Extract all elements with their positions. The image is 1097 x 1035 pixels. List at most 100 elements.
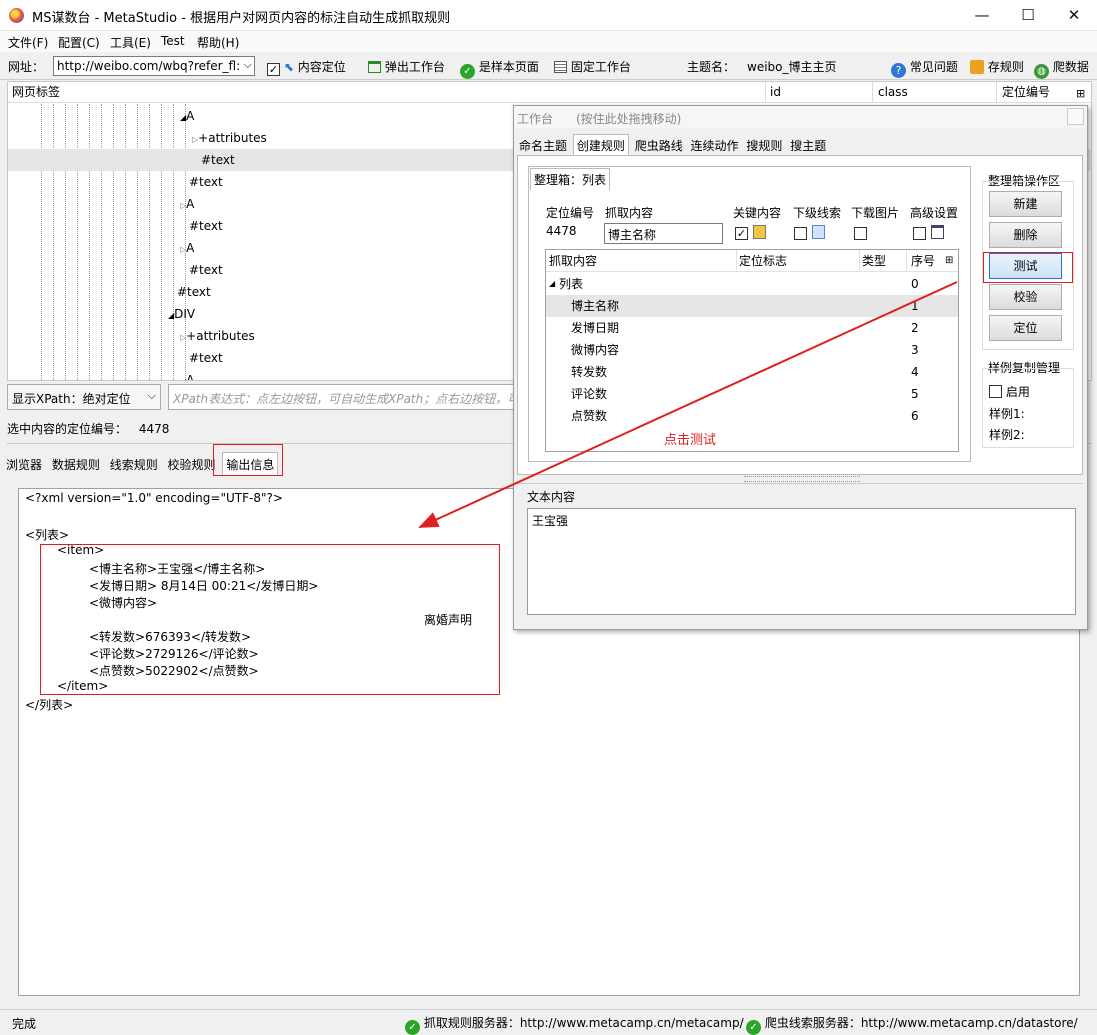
sample2-label: 样例2: bbox=[989, 428, 1025, 442]
save-rule-label: 存规则 bbox=[987, 60, 1024, 74]
maximize-button[interactable]: ☐ bbox=[1005, 0, 1051, 31]
workbench-drag-hint: (按住此处拖拽移动) bbox=[576, 112, 682, 126]
grid-col-type[interactable]: 类型 bbox=[862, 250, 886, 272]
rule-server-text: 抓取规则服务器：http://www.metacamp.cn/metacamp/ bbox=[423, 1016, 744, 1030]
col-header-locate[interactable]: 定位编号 bbox=[1002, 82, 1050, 103]
sample-page-button[interactable]: ✓ 是样本页面 bbox=[460, 58, 539, 79]
highlight-test-button bbox=[983, 252, 1073, 283]
sub-clue-checkbox[interactable] bbox=[794, 227, 807, 240]
tab-browser[interactable]: 浏览器 bbox=[3, 453, 45, 476]
xpath-placeholder: XPath表达式：点左边按钮，可自动生成XPath；点右边按钮，可 bbox=[173, 392, 518, 406]
popup-workbench-button[interactable]: 弹出工作台 bbox=[368, 58, 445, 75]
globe-icon: ◍ bbox=[1034, 64, 1049, 79]
xpath-mode-select[interactable]: 显示XPath：绝对定位 ⌵ bbox=[7, 384, 161, 410]
workbench-title: 工作台 bbox=[517, 112, 554, 126]
grid-row[interactable]: 评论数 5 bbox=[546, 383, 958, 405]
text-content-area[interactable]: 王宝强 bbox=[527, 508, 1076, 615]
tab-search-theme[interactable]: 搜主题 bbox=[788, 135, 828, 156]
key-content-icon bbox=[753, 225, 766, 239]
capture-input[interactable]: 博主名称 bbox=[604, 223, 723, 244]
rule-grid[interactable]: 抓取内容 定位标志 类型 序号 ⊞ ◢ 列表 0 博主名称 1 发博日期 2 微博内容 3… bbox=[545, 249, 959, 452]
grid-row-selected[interactable]: 博主名称 1 bbox=[546, 295, 958, 317]
text-content-label: 文本内容 bbox=[527, 490, 576, 504]
url-input[interactable]: http://weibo.com/wbq?refer_fl: ⌵ bbox=[53, 56, 255, 76]
splitter-handle[interactable] bbox=[744, 476, 860, 482]
tab-create-rule[interactable]: 创建规则 bbox=[572, 134, 629, 156]
checkbox-icon[interactable]: ✓ bbox=[267, 63, 280, 76]
xml-line: </列表> bbox=[25, 698, 74, 712]
tab-check-rules[interactable]: 校验规则 bbox=[165, 453, 219, 476]
theme-value: weibo_博主主页 bbox=[747, 60, 837, 74]
xml-line: <列表> bbox=[25, 528, 70, 542]
xpath-input[interactable]: XPath表达式：点左边按钮，可自动生成XPath；点右边按钮，可 bbox=[168, 384, 518, 410]
col-header-class[interactable]: class bbox=[878, 82, 908, 103]
menu-file[interactable]: 文件(F) bbox=[8, 34, 48, 51]
delete-button[interactable]: 删除 bbox=[989, 222, 1062, 248]
check-button[interactable]: 校验 bbox=[989, 284, 1062, 310]
advanced-checkbox[interactable] bbox=[913, 227, 926, 240]
tab-clue-rules[interactable]: 线索规则 bbox=[107, 453, 161, 476]
locate-no-label: 定位编号 bbox=[546, 206, 595, 220]
content-locate-toggle[interactable]: ✓ ⬉ 内容定位 bbox=[267, 58, 346, 76]
grid-col-seq[interactable]: 序号 bbox=[911, 250, 935, 272]
col-header-tag[interactable]: 网页标签 bbox=[12, 82, 60, 103]
tab-data-rules[interactable]: 数据规则 bbox=[49, 453, 103, 476]
grid-col-flag[interactable]: 定位标志 bbox=[739, 250, 787, 272]
save-icon bbox=[970, 60, 984, 74]
grid-row[interactable]: 点赞数 6 bbox=[546, 405, 958, 427]
selected-value: 4478 bbox=[138, 422, 170, 436]
green-check-icon: ✓ bbox=[460, 64, 475, 79]
tree-header: 网页标签 id class 定位编号 ⊞ bbox=[8, 82, 1091, 103]
faq-label: 常见问题 bbox=[909, 60, 958, 74]
grid-row[interactable]: ◢ 列表 0 bbox=[546, 273, 958, 295]
tab-crawl-route[interactable]: 爬虫路线 bbox=[633, 135, 685, 156]
grid-row[interactable]: 微博内容 3 bbox=[546, 339, 958, 361]
capture-label: 抓取内容 bbox=[605, 206, 654, 220]
workbench-titlebar[interactable]: 工作台 (按住此处拖拽移动) bbox=[514, 106, 1087, 128]
url-value: http://weibo.com/wbq?refer_fl: bbox=[57, 59, 241, 73]
crawl-data-button[interactable]: ◍ 爬数据 bbox=[1034, 58, 1089, 79]
col-header-id[interactable]: id bbox=[770, 82, 781, 103]
locate-button[interactable]: 定位 bbox=[989, 315, 1062, 341]
column-chooser-icon[interactable]: ⊞ bbox=[945, 250, 953, 272]
chevron-down-icon[interactable]: ⌵ bbox=[148, 389, 156, 403]
chevron-down-icon[interactable]: ⌵ bbox=[244, 58, 252, 72]
enable-label: 启用 bbox=[1005, 385, 1030, 399]
menu-test[interactable]: Test bbox=[161, 34, 185, 48]
tab-continuous-action[interactable]: 连续动作 bbox=[689, 135, 741, 156]
xml-declaration: <?xml version="1.0" encoding="UTF-8"?> bbox=[25, 491, 283, 505]
download-img-checkbox[interactable] bbox=[854, 227, 867, 240]
crawl-data-label: 爬数据 bbox=[1052, 60, 1089, 74]
minimize-button[interactable]: — bbox=[959, 0, 1005, 31]
menu-tools[interactable]: 工具(E) bbox=[110, 34, 151, 51]
close-button[interactable]: ✕ bbox=[1051, 0, 1097, 31]
grid-row[interactable]: 发博日期 2 bbox=[546, 317, 958, 339]
column-chooser-icon[interactable]: ⊞ bbox=[1076, 83, 1085, 104]
create-rule-panel: 整理箱：列表 定位编号 抓取内容 关键内容 下级线索 下载图片 高级设置 447… bbox=[517, 155, 1083, 475]
save-rule-button[interactable]: 存规则 bbox=[970, 58, 1024, 75]
enable-toggle[interactable]: 启用 bbox=[989, 383, 1030, 400]
workbench-dialog[interactable]: 工作台 (按住此处拖拽移动) 命名主题 创建规则 爬虫路线 连续动作 搜规则 搜… bbox=[513, 105, 1088, 630]
toolbar: 网址： http://weibo.com/wbq?refer_fl: ⌵ ✓ ⬉… bbox=[0, 52, 1097, 80]
grid-row[interactable]: 转发数 4 bbox=[546, 361, 958, 383]
window-title: MS谋数台 - MetaStudio - 根据用户对网页内容的标注自动生成抓取规… bbox=[32, 11, 451, 26]
menu-bar: 文件(F) 配置(C) 工具(E) Test 帮助(H) bbox=[0, 31, 1097, 52]
grid-col-capture[interactable]: 抓取内容 bbox=[549, 250, 597, 272]
menu-help[interactable]: 帮助(H) bbox=[197, 34, 239, 51]
new-button[interactable]: 新建 bbox=[989, 191, 1062, 217]
highlight-output-tab bbox=[213, 444, 283, 476]
tab-search-rule[interactable]: 搜规则 bbox=[744, 135, 784, 156]
faq-button[interactable]: ? 常见问题 bbox=[891, 58, 958, 78]
status-bar: 完成 ✓ 抓取规则服务器：http://www.metacamp.cn/meta… bbox=[0, 1009, 1097, 1035]
workbench-close-button[interactable] bbox=[1067, 108, 1084, 125]
download-img-label: 下载图片 bbox=[851, 206, 900, 220]
enable-checkbox[interactable] bbox=[989, 385, 1002, 398]
xpath-mode-value: 显示XPath：绝对定位 bbox=[12, 392, 131, 406]
fix-workbench-button[interactable]: 固定工作台 bbox=[554, 58, 631, 75]
advanced-settings-icon[interactable] bbox=[931, 225, 944, 239]
capture-input-value: 博主名称 bbox=[608, 228, 657, 242]
box-tab[interactable]: 整理箱：列表 bbox=[530, 168, 611, 190]
menu-config[interactable]: 配置(C) bbox=[58, 34, 100, 51]
key-content-checkbox[interactable]: ✓ bbox=[735, 227, 748, 240]
tab-name-theme[interactable]: 命名主题 bbox=[517, 135, 569, 156]
